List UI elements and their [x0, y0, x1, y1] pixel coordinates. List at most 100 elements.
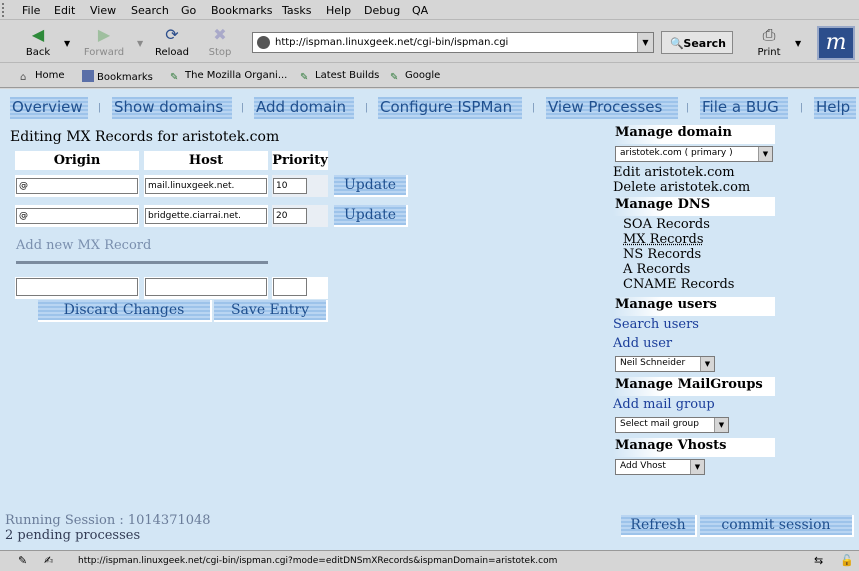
domain-select[interactable]: aristotek.com ( primary ) ▼: [615, 146, 773, 162]
status-bar: ✎ ✍ http://ispman.linuxgeek.net/cgi-bin/…: [0, 550, 859, 571]
ns-records-link[interactable]: NS Records: [623, 247, 701, 262]
print-dropdown-icon[interactable]: ▼: [795, 39, 801, 48]
bookmark-google[interactable]: ✎ Google: [390, 70, 440, 84]
reload-button[interactable]: ⟳ Reload: [150, 23, 194, 61]
page-content: Overview | Show domains | Add domain | C…: [0, 89, 859, 550]
user-select[interactable]: Neil Schneider ▼: [615, 356, 715, 372]
divider: [16, 261, 268, 264]
search-button[interactable]: 🔍 Search: [661, 31, 733, 54]
print-button[interactable]: ⎙ Print: [747, 23, 791, 61]
home-icon: ⌂: [20, 72, 27, 83]
host-input[interactable]: [145, 178, 267, 194]
url-history-dropdown-icon[interactable]: ▼: [637, 33, 653, 52]
add-user-link[interactable]: Add user: [613, 336, 672, 351]
forward-button[interactable]: ▶ Forward: [82, 23, 126, 61]
nav-view-processes[interactable]: View Processes: [546, 97, 678, 119]
new-host-input[interactable]: [145, 278, 267, 296]
edit-domain-link[interactable]: Edit aristotek.com: [613, 165, 735, 180]
menu-tasks[interactable]: Tasks: [282, 4, 311, 17]
mozilla-logo-icon[interactable]: m: [817, 26, 855, 60]
nav-configure-ispman[interactable]: Configure ISPMan: [378, 97, 522, 119]
manage-vhosts-heading: Manage Vhosts: [613, 438, 775, 457]
table-row-cell: [144, 205, 268, 227]
priority-input[interactable]: [273, 208, 307, 224]
online-status-icon[interactable]: ⇆: [814, 554, 823, 567]
nav-add-domain[interactable]: Add domain: [254, 97, 354, 119]
a-records-link[interactable]: A Records: [623, 262, 690, 277]
mail-group-select[interactable]: Select mail group ▼: [615, 417, 729, 433]
nav-separator: |: [365, 103, 369, 113]
soa-records-link[interactable]: SOA Records: [623, 217, 710, 232]
host-input[interactable]: [145, 208, 267, 224]
menu-debug[interactable]: Debug: [364, 4, 400, 17]
nav-separator: |: [98, 103, 102, 113]
site-icon: [257, 36, 270, 49]
bookmark-label: Latest Builds: [315, 70, 380, 81]
save-entry-button[interactable]: Save Entry: [214, 300, 328, 322]
menu-edit[interactable]: Edit: [54, 4, 75, 17]
toolbar-grip[interactable]: [2, 3, 8, 17]
mx-records-link[interactable]: MX Records: [623, 232, 704, 247]
mail-group-select-value: Select mail group: [620, 419, 699, 429]
menu-search[interactable]: Search: [131, 4, 169, 17]
composer-icon[interactable]: ✍: [44, 554, 53, 567]
nav-file-a-bug[interactable]: File a BUG: [700, 97, 788, 119]
refresh-button[interactable]: Refresh: [621, 515, 697, 537]
menu-file[interactable]: File: [22, 4, 40, 17]
discard-changes-button[interactable]: Discard Changes: [38, 300, 212, 322]
bookmark-latest-builds[interactable]: ✎ Latest Builds: [300, 70, 379, 84]
print-label: Print: [757, 47, 781, 58]
running-session-text: Running Session : 1014371048: [5, 513, 211, 528]
column-header-priority: Priority: [272, 151, 328, 170]
menu-go[interactable]: Go: [181, 4, 196, 17]
reload-label: Reload: [154, 47, 190, 58]
new-priority-input[interactable]: [273, 278, 307, 296]
url-input[interactable]: [275, 35, 630, 50]
bookmark-home[interactable]: ⌂ Home: [20, 70, 65, 84]
nav-show-domains[interactable]: Show domains: [112, 97, 232, 119]
chevron-down-icon: ▼: [758, 147, 772, 161]
priority-input[interactable]: [273, 178, 307, 194]
cname-records-link[interactable]: CNAME Records: [623, 277, 734, 292]
manage-dns-heading: Manage DNS: [613, 197, 775, 216]
column-header-host: Host: [144, 151, 268, 170]
url-bar[interactable]: ▼: [252, 32, 654, 53]
commit-session-button[interactable]: commit session: [700, 515, 854, 537]
nav-overview[interactable]: Overview: [10, 97, 88, 119]
bookmark-label: Bookmarks: [97, 72, 153, 83]
delete-domain-link[interactable]: Delete aristotek.com: [613, 180, 750, 195]
origin-input[interactable]: [16, 178, 138, 194]
menu-bookmarks[interactable]: Bookmarks: [211, 4, 272, 17]
status-text: http://ispman.linuxgeek.net/cgi-bin/ispm…: [78, 556, 558, 566]
new-origin-input[interactable]: [16, 278, 138, 296]
update-button[interactable]: Update: [334, 205, 408, 227]
nav-separator: |: [686, 103, 690, 113]
back-button[interactable]: ◀ Back: [16, 23, 60, 61]
add-new-mx-record-label: Add new MX Record: [16, 238, 152, 253]
vhost-select[interactable]: Add Vhost ▼: [615, 459, 705, 475]
forward-history-dropdown-icon[interactable]: ▼: [137, 39, 143, 48]
bookmark-mozilla[interactable]: ✎ The Mozilla Organi...: [170, 70, 287, 84]
menu-qa[interactable]: QA: [412, 4, 428, 17]
menu-view[interactable]: View: [90, 4, 116, 17]
origin-input[interactable]: [16, 208, 138, 224]
nav-help[interactable]: Help: [814, 97, 856, 119]
pending-processes-text: 2 pending processes: [5, 528, 141, 543]
user-select-value: Neil Schneider: [620, 358, 686, 368]
table-row-cell: [272, 277, 328, 299]
menu-help[interactable]: Help: [326, 4, 351, 17]
bookmarks-icon: [82, 70, 94, 82]
forward-arrow-icon: ▶: [97, 25, 111, 44]
table-row-cell: [15, 175, 139, 197]
bookmarks-menu-button[interactable]: Bookmarks: [82, 70, 153, 83]
lock-icon: 🔓: [840, 554, 854, 567]
update-button[interactable]: Update: [334, 175, 408, 197]
back-history-dropdown-icon[interactable]: ▼: [64, 39, 70, 48]
manage-users-heading: Manage users: [613, 297, 775, 316]
add-mail-group-link[interactable]: Add mail group: [613, 397, 715, 412]
stop-button[interactable]: ✖ Stop: [198, 23, 242, 61]
security-icon: ✎: [18, 554, 28, 567]
top-navigation: Overview | Show domains | Add domain | C…: [0, 97, 859, 119]
nav-separator: |: [241, 103, 245, 113]
search-users-link[interactable]: Search users: [613, 317, 699, 332]
